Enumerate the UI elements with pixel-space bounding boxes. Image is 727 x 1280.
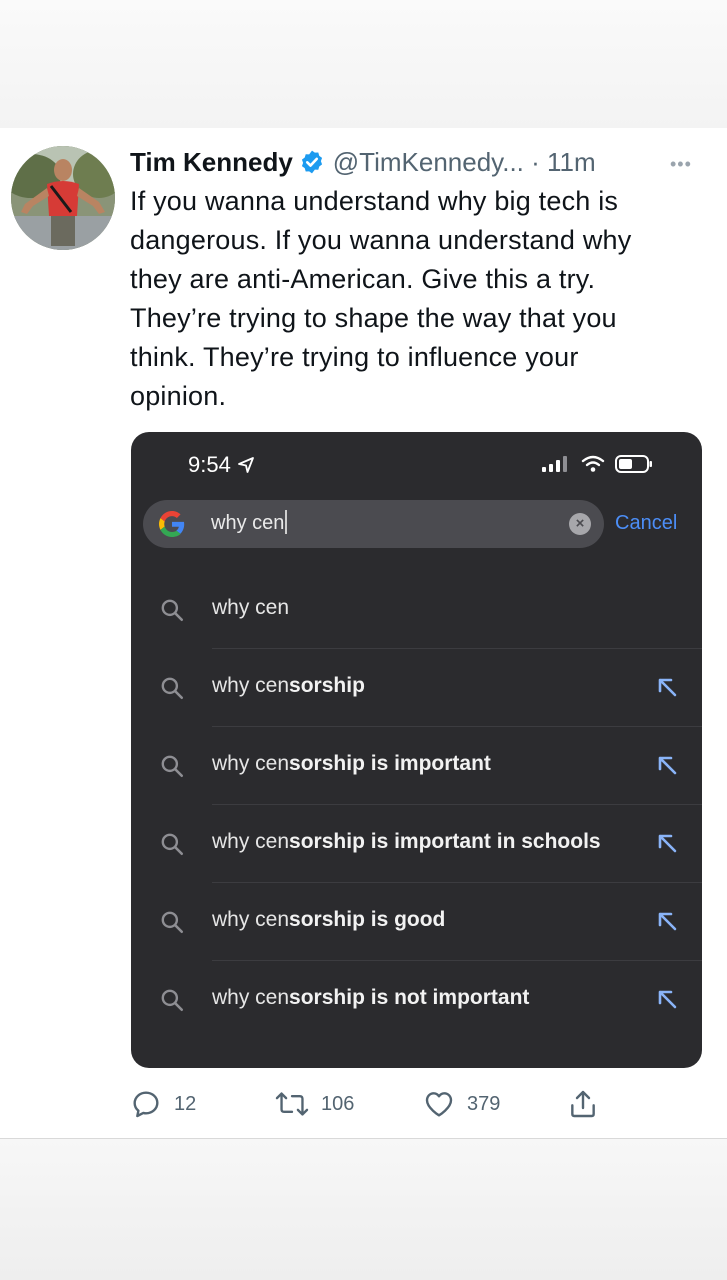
suggestion-item[interactable]: why censorship is important in schools (131, 805, 702, 883)
top-background (0, 0, 727, 128)
suggestion-typed-part: why cen (212, 986, 290, 1009)
share-icon (571, 1090, 595, 1118)
suggestion-completion-part: sorship is important (289, 752, 491, 775)
suggestion-item[interactable]: why censorship is important (131, 727, 702, 805)
embedded-screenshot: 9:54 why cen × Cancel why cen why censor… (131, 432, 702, 1068)
suggestion-typed-part: why cen (212, 908, 290, 931)
search-icon (161, 599, 184, 622)
suggestion-text: why censorship is important in schools (212, 830, 601, 854)
location-arrow-icon (237, 457, 254, 473)
reply-button[interactable]: 12 (130, 1088, 196, 1120)
arrow-up-left-icon[interactable] (655, 676, 679, 700)
search-icon (161, 989, 184, 1012)
suggestion-text: why censorship is not important (212, 986, 529, 1010)
heart-icon (425, 1092, 453, 1117)
handle-and-time[interactable]: @TimKennedy... · 11m (333, 147, 596, 178)
search-input[interactable]: why cen × (143, 500, 604, 548)
tweet-text: If you wanna understand why big tech is … (130, 186, 632, 411)
suggestion-text: why cen (212, 596, 289, 620)
suggestion-item[interactable]: why censorship is not important (131, 961, 702, 1039)
suggestion-typed-part: why cen (212, 752, 290, 775)
retweet-icon (275, 1092, 309, 1116)
verified-badge-icon (301, 150, 322, 174)
suggestion-text: why censorship (212, 674, 365, 698)
google-logo-icon (159, 511, 185, 537)
arrow-up-left-icon[interactable] (655, 910, 679, 934)
suggestion-completion-part: sorship is important in schools (289, 830, 601, 853)
suggestion-typed-part: why cen (212, 674, 290, 697)
search-icon (161, 677, 184, 700)
tweet: Tim Kennedy @TimKennedy... · 11m ••• If … (0, 128, 727, 1138)
suggestion-item[interactable]: why censorship (131, 649, 702, 727)
more-options-icon[interactable]: ••• (670, 154, 692, 175)
arrow-up-left-icon[interactable] (655, 988, 679, 1012)
like-button[interactable]: 379 (423, 1088, 500, 1120)
suggestion-text: why censorship is important (212, 752, 491, 776)
suggestion-completion-part: sorship is not important (289, 986, 530, 1009)
suggestion-text: why censorship is good (212, 908, 445, 932)
suggestion-item[interactable]: why censorship is good (131, 883, 702, 961)
suggestion-completion-part: sorship (289, 674, 365, 697)
retweet-button[interactable]: 106 (275, 1088, 354, 1120)
share-button[interactable] (567, 1088, 599, 1120)
suggestion-typed-part: why cen (212, 596, 290, 619)
search-icon (161, 833, 184, 856)
status-bar-icons (541, 454, 653, 474)
search-icon (161, 911, 184, 934)
tweet-header: Tim Kennedy @TimKennedy... · 11m (130, 142, 596, 182)
tweet-actions: 12 106 379 (130, 1088, 610, 1128)
avatar[interactable] (11, 146, 115, 250)
search-value[interactable]: why cen (211, 510, 288, 535)
retweet-count: 106 (321, 1092, 355, 1115)
clear-search-icon[interactable]: × (569, 513, 591, 535)
status-bar-time: 9:54 (188, 452, 255, 478)
suggestion-item[interactable]: why cen (131, 571, 702, 649)
suggestion-completion-part: sorship is good (289, 908, 446, 931)
cancel-button[interactable]: Cancel (615, 512, 677, 535)
reply-count: 12 (174, 1092, 197, 1115)
time-label: 9:54 (188, 452, 231, 477)
arrow-up-left-icon[interactable] (655, 832, 679, 856)
bottom-background (0, 1139, 727, 1280)
cellular-signal-icon (542, 456, 567, 472)
arrow-up-left-icon[interactable] (655, 754, 679, 778)
suggestion-typed-part: why cen (212, 830, 290, 853)
search-icon (161, 755, 184, 778)
author-name[interactable]: Tim Kennedy (130, 147, 293, 178)
battery-icon (615, 455, 652, 473)
like-count: 379 (467, 1092, 501, 1115)
reply-icon (133, 1091, 159, 1118)
wifi-icon (581, 455, 605, 472)
text-caret (285, 510, 288, 535)
